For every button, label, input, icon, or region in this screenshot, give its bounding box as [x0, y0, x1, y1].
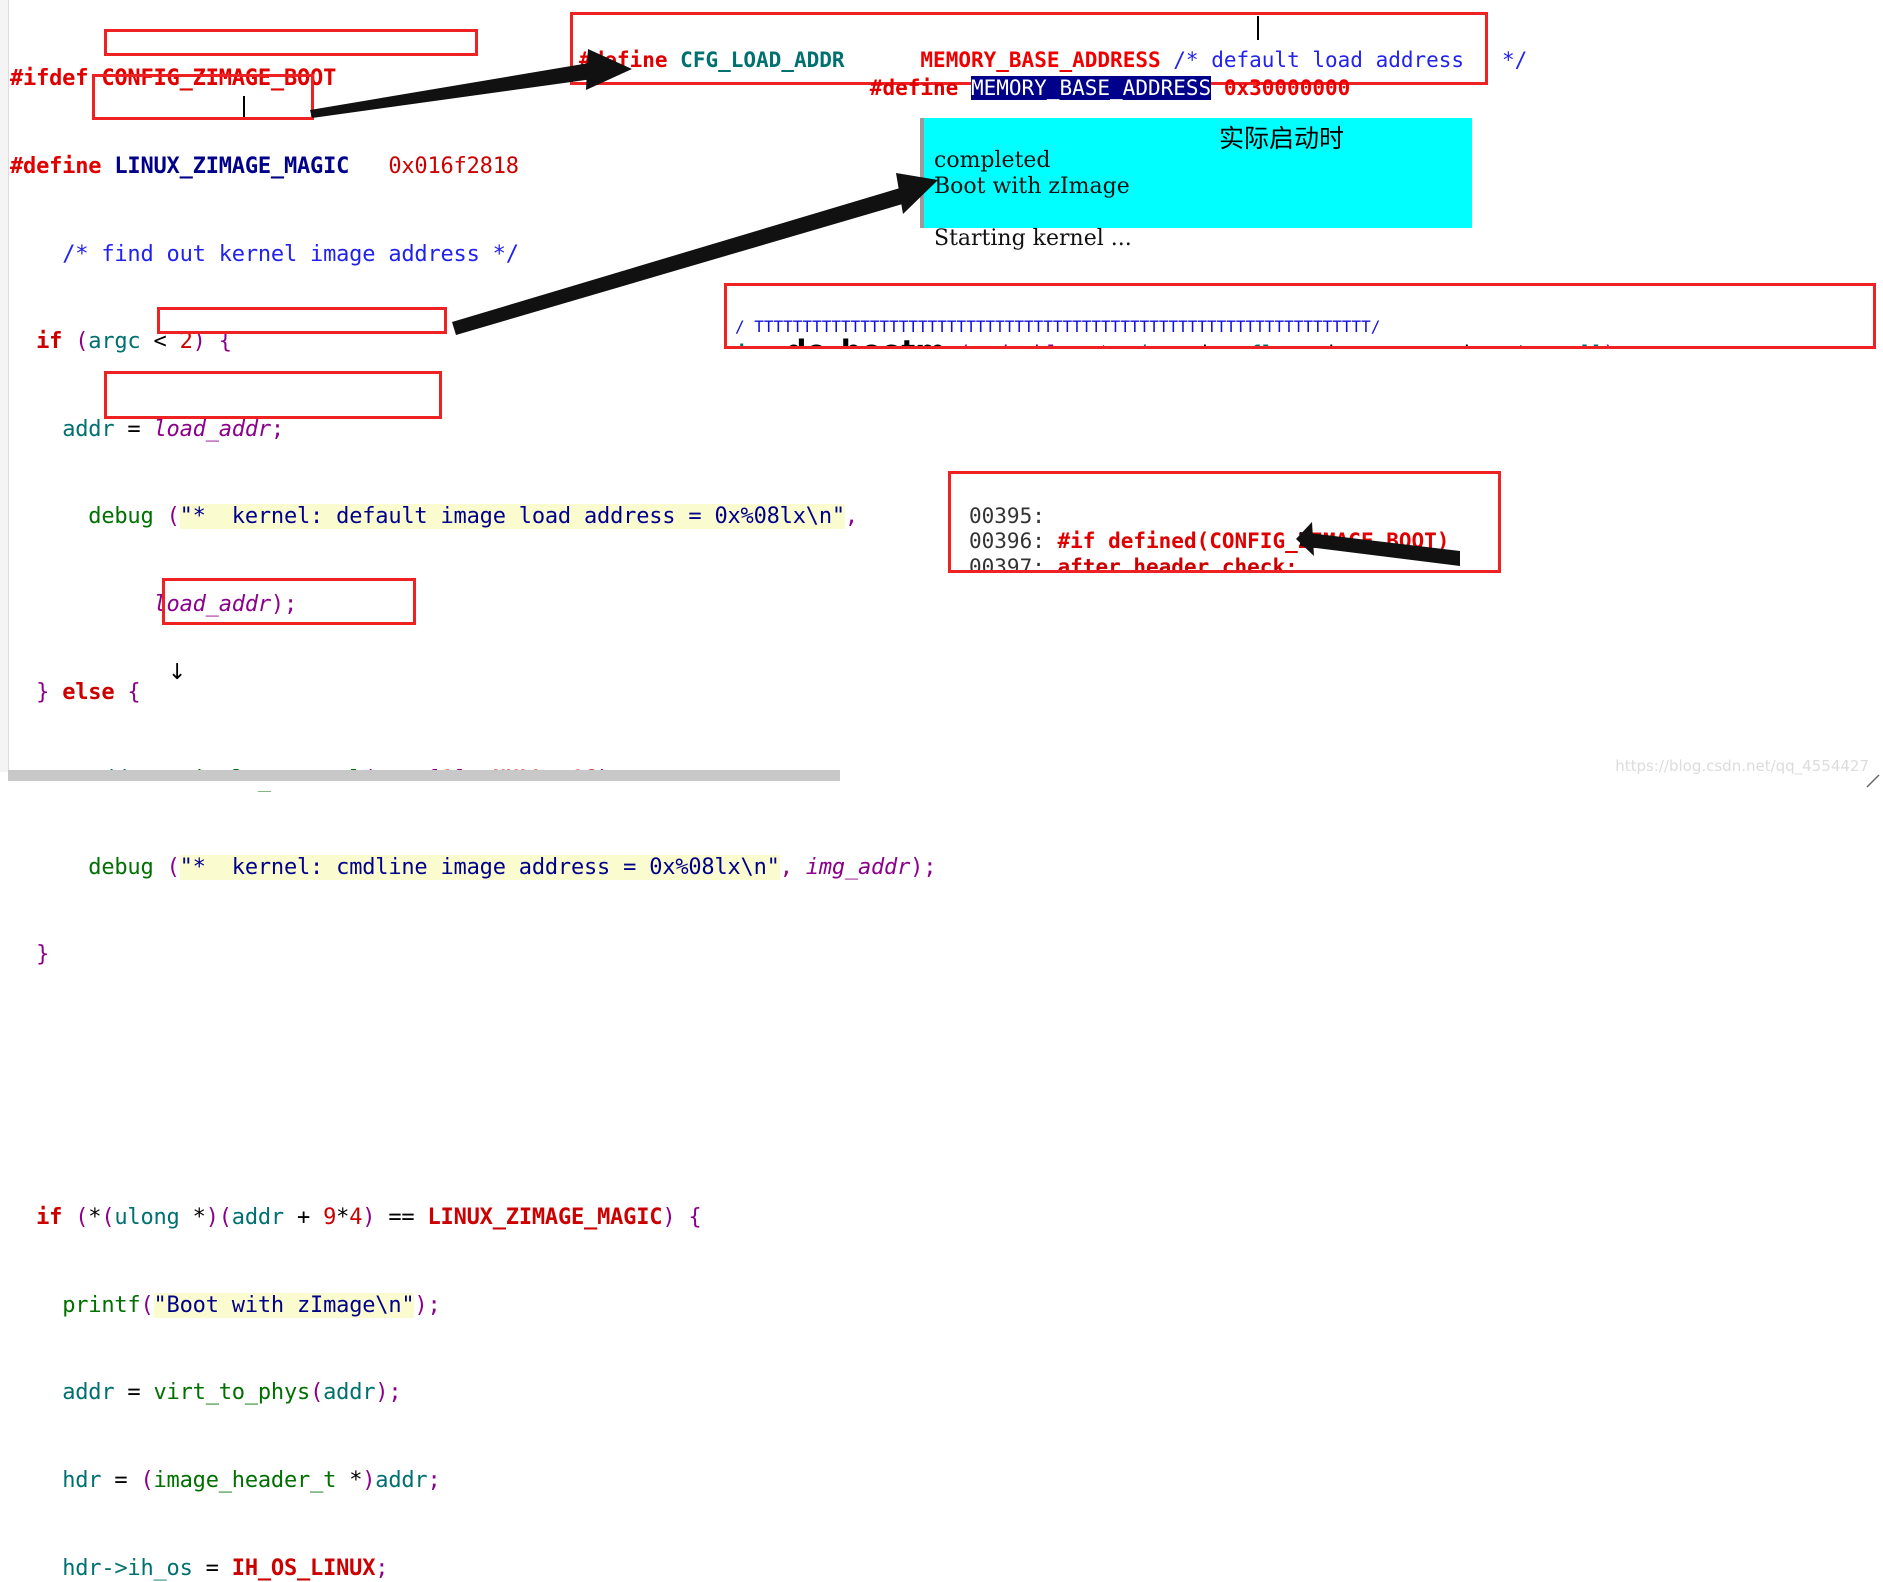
code-line-2: #define LINUX_ZIMAGE_MAGIC 0x016f2818	[10, 152, 936, 181]
do-bootm-panel[interactable]: / TTTTTTTTTTTTTTTTTTTTTTTTTTTTTTTTTTTTTT…	[724, 283, 1876, 349]
code-line-7: load_addr);	[10, 590, 936, 619]
listing-row-2-text: #if defined(CONFIG_ZIMAGE_BOOT)	[1058, 529, 1450, 553]
define-panel[interactable]: #define CFG_LOAD_ADDR MEMORY_BASE_ADDRES…	[570, 12, 1488, 85]
listing-row-3-text: after_header_check:	[1058, 555, 1298, 574]
terminal-output-box: completed Boot with zImage Starting kern…	[920, 118, 1472, 228]
define-value-0x30000000: 0x30000000	[1224, 76, 1350, 100]
resize-grip-icon[interactable]	[1865, 773, 1881, 789]
chinese-annotation-label: 实际启动时	[1219, 126, 1344, 152]
code-line-13	[10, 1116, 936, 1145]
terminal-line-2: Boot with zImage	[934, 174, 1130, 199]
screenshot-root: #ifdef CONFIG_ZIMAGE_BOOT #define LINUX_…	[0, 0, 1883, 791]
listing-row-1-num: 00395:	[969, 504, 1045, 528]
define-value-memory-base-address: MEMORY_BASE_ADDRESS	[920, 48, 1160, 72]
define-name-cfg-load-addr: CFG_LOAD_ADDR	[680, 48, 844, 72]
text-caret-code	[243, 96, 245, 120]
listing-row-3-num: 00397:	[969, 555, 1045, 574]
bootm-param-cmdtp: cmdtp	[1110, 342, 1173, 349]
code-line-14: if (*(ulong *)(addr + 9*4) == LINUX_ZIMA…	[10, 1203, 936, 1232]
code-line-10: debug ("* kernel: cmdline image address …	[10, 853, 936, 882]
goto-down-arrow-icon: ↓	[168, 660, 186, 685]
code-line-12	[10, 1028, 936, 1057]
define-directive-1: #define	[579, 48, 668, 72]
text-caret-define-panel	[1257, 16, 1259, 40]
code-line-15: printf("Boot with zImage\n");	[10, 1291, 936, 1320]
code-line-18: hdr->ih_os = IH_OS_LINUX;	[10, 1554, 936, 1582]
source-code-block[interactable]: #ifdef CONFIG_ZIMAGE_BOOT #define LINUX_…	[10, 6, 936, 1582]
code-line-8: } else {	[10, 678, 936, 707]
terminal-line-1: completed	[934, 148, 1051, 173]
bootm-sep-3: , char *	[1426, 342, 1527, 349]
bootm-sep-1: , int	[1173, 342, 1249, 349]
define-directive-2: #define	[870, 76, 959, 100]
bootm-param-argv: argv[]	[1527, 342, 1603, 349]
bootm-function-name: do_bootm	[786, 334, 946, 349]
listing-row-2-num: 00396:	[969, 529, 1045, 553]
define-selected-memory-base-address[interactable]: MEMORY_BASE_ADDRESS	[971, 76, 1211, 100]
editor-gutter	[0, 0, 9, 772]
listing-panel[interactable]: 00395: 00396: #if defined(CONFIG_ZIMAGE_…	[948, 471, 1501, 573]
horizontal-scrollbar[interactable]	[8, 770, 840, 781]
define-comment-1: /* default load address */	[1173, 48, 1527, 72]
code-line-5: addr = load_addr;	[10, 415, 936, 444]
bottom-strip	[8, 781, 1883, 791]
terminal-line-4: Starting kernel ...	[934, 226, 1132, 251]
code-line-11: }	[10, 940, 936, 969]
bootm-param-flag: flag	[1249, 342, 1300, 349]
bootm-return-type: int	[735, 342, 773, 349]
watermark-text: https://blog.csdn.net/qq_4554427	[1615, 757, 1869, 775]
bootm-params-close: )	[1603, 342, 1616, 349]
code-line-6: debug ("* kernel: default image load add…	[10, 502, 936, 531]
bootm-sep-2: , int	[1300, 342, 1376, 349]
bootm-params-open: (cmd_tbl_t *	[958, 342, 1110, 349]
bootm-param-argc: argc	[1375, 342, 1426, 349]
code-line-17: hdr = (image_header_t *)addr;	[10, 1466, 936, 1495]
code-line-3: /* find out kernel image address */	[10, 240, 936, 269]
code-line-16: addr = virt_to_phys(addr);	[10, 1378, 936, 1407]
